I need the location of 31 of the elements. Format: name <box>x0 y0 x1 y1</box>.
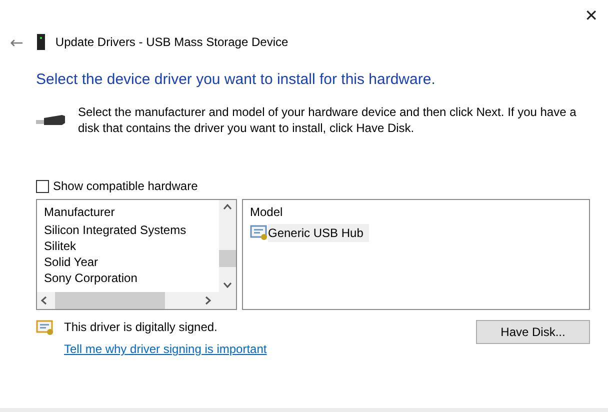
window-title: Update Drivers - USB Mass Storage Device <box>55 35 288 49</box>
model-list[interactable]: Model Generic USB Hub <box>242 199 590 310</box>
certificate-icon <box>36 320 54 336</box>
scroll-down-icon[interactable] <box>223 282 232 288</box>
list-item[interactable]: Silicon Integrated Systems <box>44 222 192 238</box>
checkbox[interactable] <box>36 180 49 192</box>
list-item[interactable]: Silitek <box>44 238 82 254</box>
back-button[interactable]: ← <box>6 32 28 52</box>
usb-plug-icon <box>36 114 66 128</box>
scroll-up-icon[interactable] <box>223 204 232 210</box>
manufacturer-list[interactable]: Manufacturer Silicon Integrated Systems Silitek Solid Year Sony Corporation <box>36 199 237 310</box>
signing-info-link[interactable]: Tell me why driver signing is important <box>64 342 267 356</box>
page-heading: Select the device driver you want to install for this hardware. <box>36 71 436 88</box>
checkbox-label: Show compatible hardware <box>53 179 198 193</box>
list-item[interactable]: Sony Corporation <box>44 270 144 286</box>
list-item[interactable]: Solid Year <box>44 254 104 270</box>
signature-text: This driver is digitally signed. <box>64 320 218 334</box>
column-header: Manufacturer <box>44 204 116 221</box>
horizontal-scrollbar[interactable] <box>37 292 219 309</box>
list-item[interactable]: Generic USB Hub <box>268 224 370 242</box>
instructions-text: Select the manufacturer and model of your hardware device and then click Next. If you have a disk that contains the driver you want to install, click Have Disk. <box>78 104 578 136</box>
scroll-left-icon[interactable] <box>41 296 47 305</box>
usb-drive-icon <box>37 34 46 50</box>
column-header: Model <box>250 204 284 221</box>
scroll-thumb[interactable] <box>55 292 165 309</box>
scroll-thumb[interactable] <box>219 250 236 267</box>
have-disk-button[interactable]: Have Disk... <box>476 320 590 344</box>
certificate-icon <box>250 225 268 241</box>
close-button[interactable]: ✕ <box>580 4 602 27</box>
vertical-scrollbar[interactable] <box>219 200 236 292</box>
scroll-right-icon[interactable] <box>205 296 211 305</box>
